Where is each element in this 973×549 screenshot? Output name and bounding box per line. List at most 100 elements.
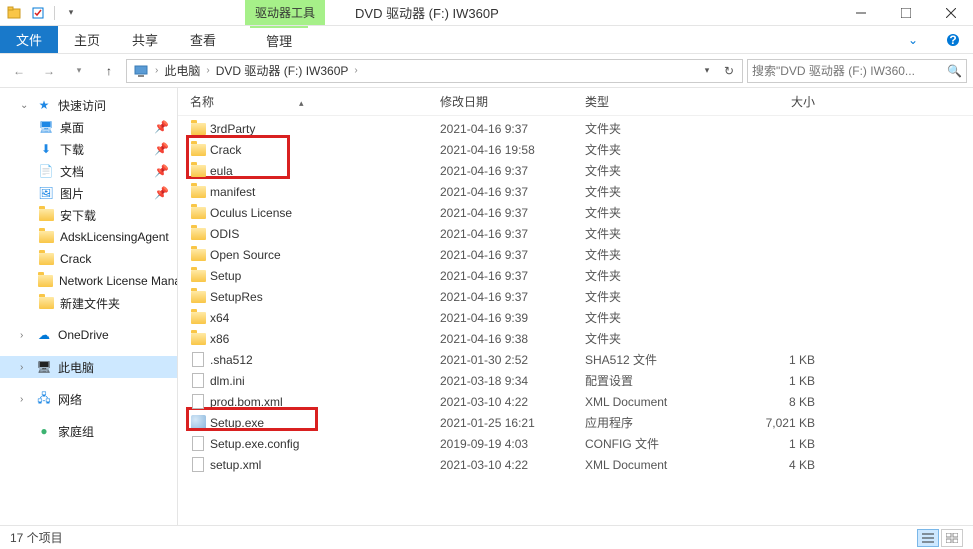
sidebar-item-folder[interactable]: Network License Manager [0,270,177,292]
sidebar-onedrive[interactable]: ›☁OneDrive [0,324,177,346]
qat-divider [54,6,55,20]
file-row[interactable]: .sha5122021-01-30 2:52SHA512 文件1 KB [178,349,973,370]
file-icon [190,394,206,410]
sort-ascending-icon: ▴ [214,98,304,108]
file-name: 3rdParty [210,122,255,136]
chevron-right-icon[interactable]: › [153,65,160,76]
properties-icon[interactable] [30,5,46,21]
close-button[interactable] [928,0,973,26]
file-row[interactable]: Oculus License2021-04-16 9:37文件夹 [178,202,973,223]
nav-recent-dropdown[interactable]: ▾ [66,58,92,84]
file-date: 2021-03-10 4:22 [440,395,585,409]
ribbon-tab-home[interactable]: 主页 [58,26,116,53]
file-row[interactable]: 3rdParty2021-04-16 9:37文件夹 [178,118,973,139]
sidebar-item-downloads[interactable]: ⬇下载📌 [0,138,177,160]
qat-dropdown-icon[interactable]: ▾ [63,5,79,21]
sidebar-item-folder[interactable]: 安下载 [0,204,177,226]
view-icons-button[interactable] [941,529,963,547]
sidebar-item-folder[interactable]: AdskLicensingAgent [0,226,177,248]
file-date: 2021-04-16 9:39 [440,311,585,325]
sidebar-this-pc[interactable]: ›🖥此电脑 [0,356,177,378]
file-row[interactable]: Setup.exe2021-01-25 16:21应用程序7,021 KB [178,412,973,433]
search-box[interactable]: 🔍 [747,59,967,83]
file-row[interactable]: Setup.exe.config2019-09-19 4:03CONFIG 文件… [178,433,973,454]
ribbon-file-tab[interactable]: 文件 [0,26,58,53]
folder-icon [190,205,206,221]
sidebar-homegroup[interactable]: ●家庭组 [0,420,177,442]
sidebar-item-pictures[interactable]: 🖼图片📌 [0,182,177,204]
navigation-pane[interactable]: ⌄★快速访问 🖥桌面📌 ⬇下载📌 📄文档📌 🖼图片📌 安下载 AdskLicen… [0,88,178,525]
file-type: 文件夹 [585,309,715,326]
network-icon: 🖧 [36,391,52,407]
file-type: XML Document [585,395,715,409]
sidebar-item-desktop[interactable]: 🖥桌面📌 [0,116,177,138]
file-type: SHA512 文件 [585,351,715,368]
file-name: x64 [210,311,229,325]
file-name: Crack [210,143,241,157]
pin-icon: 📌 [154,164,177,178]
file-row[interactable]: manifest2021-04-16 9:37文件夹 [178,181,973,202]
title-bar: ▾ 驱动器工具 DVD 驱动器 (F:) IW360P [0,0,973,26]
file-row[interactable]: Crack2021-04-16 19:58文件夹 [178,139,973,160]
sidebar-quick-access[interactable]: ⌄★快速访问 [0,94,177,116]
chevron-right-icon[interactable]: › [352,65,359,76]
file-icon [190,352,206,368]
file-row[interactable]: dlm.ini2021-03-18 9:34配置设置1 KB [178,370,973,391]
ribbon-tab-share[interactable]: 共享 [116,26,174,53]
folder-icon [190,163,206,179]
file-date: 2021-04-16 9:37 [440,269,585,283]
file-icon [190,373,206,389]
file-row[interactable]: Open Source2021-04-16 9:37文件夹 [178,244,973,265]
file-row[interactable]: prod.bom.xml2021-03-10 4:22XML Document8… [178,391,973,412]
explorer-icon [6,5,22,21]
maximize-button[interactable] [883,0,928,26]
column-headers: 名称▴ 修改日期 类型 大小 [178,88,973,116]
breadcrumb-drive[interactable]: DVD 驱动器 (F:) IW360P [212,60,353,82]
column-header-size[interactable]: 大小 [715,93,835,110]
file-name: Setup.exe [210,416,264,430]
ribbon-help-icon[interactable]: ? [933,26,973,53]
ribbon-tab-manage[interactable]: 管理 [250,26,308,53]
file-row[interactable]: ODIS2021-04-16 9:37文件夹 [178,223,973,244]
sidebar-item-folder[interactable]: 新建文件夹 [0,292,177,314]
column-header-name[interactable]: 名称▴ [186,93,440,110]
file-row[interactable]: x64 2021-04-16 9:39文件夹 [178,307,973,328]
file-type: 应用程序 [585,414,715,431]
nav-forward-button[interactable]: → [36,58,62,84]
ribbon-tab-view[interactable]: 查看 [174,26,232,53]
breadcrumb-this-pc[interactable]: 此电脑 [160,60,204,82]
file-row[interactable]: eula2021-04-16 9:37文件夹 [178,160,973,181]
column-header-type[interactable]: 类型 [585,93,715,110]
address-box[interactable]: › 此电脑 › DVD 驱动器 (F:) IW360P › ▾ ↻ [126,59,743,83]
file-name: Open Source [210,248,281,262]
quick-access-toolbar: ▾ [0,5,85,21]
address-dropdown-icon[interactable]: ▾ [696,60,718,82]
context-tab-drive-tools[interactable]: 驱动器工具 [245,0,325,25]
minimize-button[interactable] [838,0,883,26]
nav-back-button[interactable]: ← [6,58,32,84]
file-date: 2021-04-16 9:37 [440,227,585,241]
chevron-right-icon[interactable]: › [204,65,211,76]
file-row[interactable]: Setup2021-04-16 9:37文件夹 [178,265,973,286]
sidebar-item-folder[interactable]: Crack [0,248,177,270]
file-list[interactable]: 3rdParty2021-04-16 9:37文件夹Crack2021-04-1… [178,116,973,525]
sidebar-item-documents[interactable]: 📄文档📌 [0,160,177,182]
file-row[interactable]: setup.xml2021-03-10 4:22XML Document4 KB [178,454,973,475]
ribbon-expand-icon[interactable]: ⌄ [893,26,933,53]
breadcrumb-pc-icon[interactable] [129,60,153,82]
search-icon[interactable]: 🔍 [947,64,962,78]
search-input[interactable] [752,64,947,78]
file-date: 2021-04-16 9:37 [440,290,585,304]
column-header-date[interactable]: 修改日期 [440,93,585,110]
nav-up-button[interactable]: ↑ [96,58,122,84]
address-bar: ← → ▾ ↑ › 此电脑 › DVD 驱动器 (F:) IW360P › ▾ … [0,54,973,88]
refresh-icon[interactable]: ↻ [718,60,740,82]
file-row[interactable]: x862021-04-16 9:38文件夹 [178,328,973,349]
file-type: 文件夹 [585,267,715,284]
window-title: DVD 驱动器 (F:) IW360P [325,3,838,22]
sidebar-network[interactable]: ›🖧网络 [0,388,177,410]
file-row[interactable]: SetupRes2021-04-16 9:37文件夹 [178,286,973,307]
folder-icon [38,229,54,245]
status-item-count: 17 个项目 [10,529,63,546]
view-details-button[interactable] [917,529,939,547]
